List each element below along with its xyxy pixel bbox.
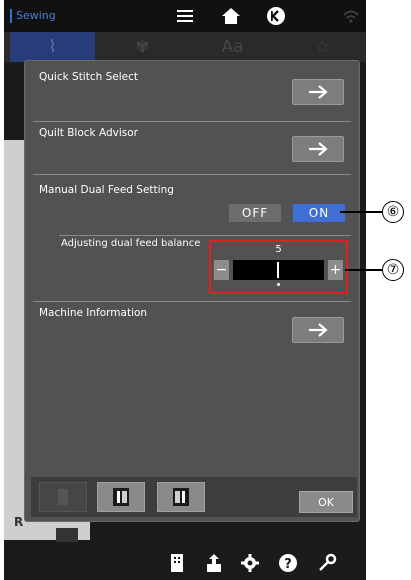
presser-foot-right-button[interactable] — [157, 482, 205, 512]
bottom-toolbar: ? — [4, 546, 366, 580]
tab-favorites[interactable]: ☆ — [280, 32, 365, 62]
presser-foot-view-button[interactable] — [39, 482, 87, 512]
tab-letters[interactable]: Aa — [190, 32, 275, 62]
dialog-footer: OK — [31, 477, 357, 517]
back-icon[interactable] — [266, 6, 286, 26]
balance-increase-button[interactable]: + — [328, 260, 343, 280]
menu-icon[interactable] — [176, 6, 194, 26]
upload-icon[interactable] — [203, 552, 225, 574]
presser-foot-icon — [173, 488, 189, 506]
background-r-label: R — [14, 515, 24, 529]
callout-7-line — [345, 269, 382, 271]
arrow-right-icon — [309, 323, 328, 337]
dual-feed-label: Manual Dual Feed Setting — [39, 184, 174, 196]
callout-7: ⑦ — [382, 259, 404, 281]
device-screen: Sewing ⌇ ✾ Aa ☆ R Quick Stitch Select Qu… — [4, 0, 366, 580]
arrow-right-icon — [309, 142, 328, 156]
quilt-block-button[interactable] — [292, 136, 344, 162]
arrow-right-icon — [309, 85, 328, 99]
dual-feed-balance-label: Adjusting dual feed balance — [61, 238, 201, 249]
presser-foot-left-button[interactable] — [97, 482, 145, 512]
callout-6: ⑥ — [382, 201, 404, 223]
memory-card-icon[interactable] — [166, 552, 188, 574]
settings-dialog: Quick Stitch Select Quilt Block Advisor … — [24, 60, 360, 522]
presser-foot-icon — [58, 489, 68, 505]
help-icon[interactable]: ? — [277, 552, 299, 574]
balance-value: 5 — [275, 244, 282, 255]
dual-feed-on-button[interactable]: ON — [293, 204, 345, 222]
machine-info-button[interactable] — [292, 317, 344, 343]
balance-center-mark — [277, 283, 280, 286]
background-presser-foot-shape — [56, 528, 78, 542]
balance-slider-track[interactable] — [233, 260, 324, 280]
divider — [59, 235, 351, 236]
balance-decrease-button[interactable]: − — [214, 260, 229, 280]
quick-stitch-button[interactable] — [292, 79, 344, 105]
wifi-icon — [343, 10, 359, 23]
balance-indicator — [277, 262, 279, 278]
svg-text:?: ? — [284, 557, 292, 572]
machine-info-label: Machine Information — [39, 307, 148, 319]
dual-feed-off-button[interactable]: OFF — [229, 204, 281, 222]
divider — [33, 121, 351, 122]
category-tabs: ⌇ ✾ Aa ☆ — [4, 32, 366, 62]
presser-foot-icon — [113, 488, 129, 506]
settings-gear-icon[interactable] — [239, 552, 261, 574]
ok-button[interactable]: OK — [299, 491, 353, 513]
wrench-icon[interactable] — [316, 552, 338, 574]
divider — [33, 174, 351, 175]
tab-stitch[interactable]: ⌇ — [10, 32, 95, 62]
quilt-block-label: Quilt Block Advisor — [39, 127, 138, 139]
tab-embroidery[interactable]: ✾ — [100, 32, 185, 62]
callout-6-line — [340, 211, 382, 213]
quick-stitch-label: Quick Stitch Select — [39, 71, 139, 83]
top-bar: Sewing — [4, 0, 366, 32]
home-icon[interactable] — [221, 6, 241, 26]
app-mode-label: Sewing — [10, 9, 56, 23]
divider — [33, 301, 351, 302]
dual-feed-balance-control: 5 − + — [209, 240, 348, 294]
